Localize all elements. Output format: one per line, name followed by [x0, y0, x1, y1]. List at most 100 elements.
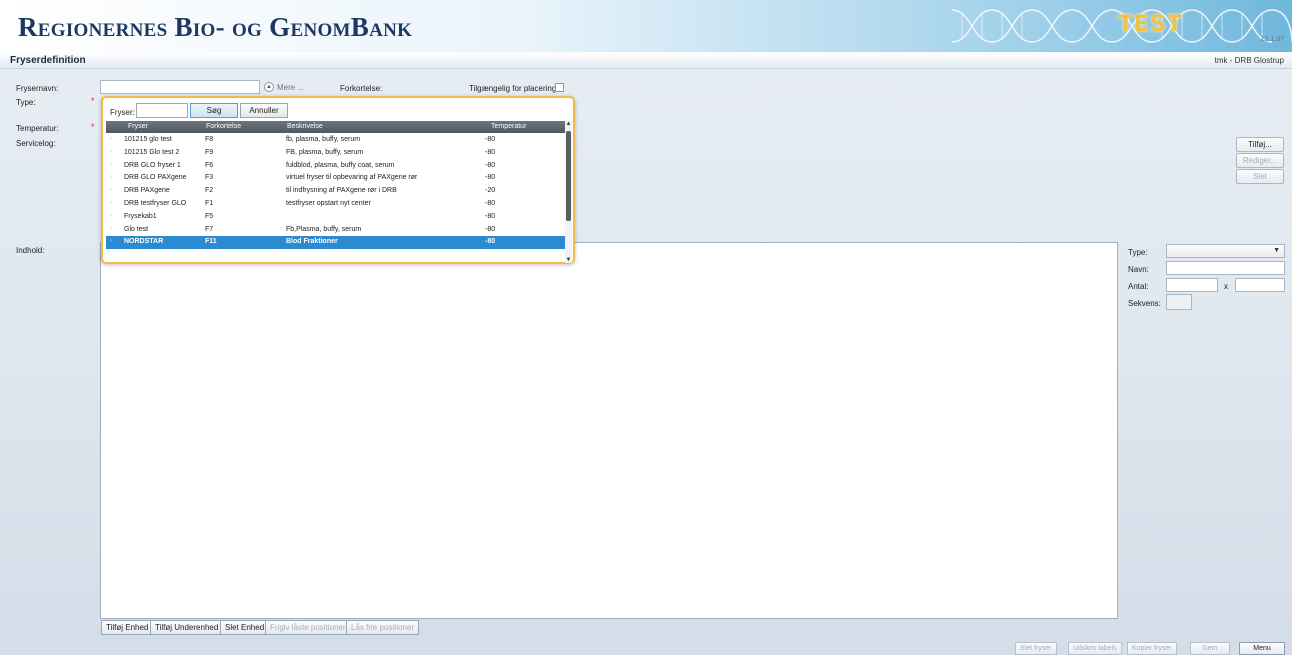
table-row[interactable]: › Glo test F7 Fb,Plasma, buffy, serum -80 [106, 224, 565, 237]
description-cell: testfryser opstart nyt center [286, 200, 371, 207]
freezer-name-cell: Glo test [124, 225, 149, 233]
table-row[interactable]: › Frysekab1 F5 -80 [106, 211, 565, 224]
abbreviation-cell: F6 [205, 161, 214, 169]
freezer-name-cell: 101215 glo test [124, 136, 172, 143]
unit-type-label: Type: [1128, 248, 1148, 257]
row-marker-icon: › [110, 225, 112, 232]
description-cell: Blod Fraktioner [286, 238, 338, 246]
table-row[interactable]: › DRB GLO PAXgene F3 virtuel fryser til opb… [106, 172, 565, 185]
version-label: 12.1.37 [1260, 36, 1284, 43]
unit-count-x-label: x [1224, 282, 1228, 291]
menu-button[interactable]: Menu [1239, 642, 1285, 655]
frysernavn-input[interactable] [100, 80, 260, 94]
freezer-content-area[interactable] [100, 242, 1118, 619]
abbreviation-cell: F3 [205, 174, 214, 182]
column-header-temperatur[interactable]: Temperatur [491, 123, 526, 130]
delete-unit-button[interactable]: Slet Enhed [220, 620, 270, 635]
servicelog-add-button[interactable]: Tilføj... [1236, 137, 1284, 152]
freezer-name-cell: DRB GLO PAXgene [124, 174, 187, 182]
copy-freezer-button[interactable]: Kopier fryser [1127, 642, 1177, 655]
description-cell: fuldblod, plasma, buffy coat, serum [286, 161, 395, 169]
tilgaengelig-label: Tilgængelig for placering: [469, 84, 559, 93]
unit-count-label: Antal: [1128, 282, 1149, 291]
temperature-cell: -80 [485, 212, 496, 220]
description-cell: FB, plasma, buffy, serum [286, 148, 364, 156]
description-cell: til indfrysning af PAXgene rør i DRB [286, 187, 397, 195]
page-header-bar: Fryserdefinition tmk - DRB Glostrup [0, 52, 1292, 69]
unit-type-select[interactable]: ▼ [1166, 244, 1285, 258]
app-banner: Regionernes Bio- og GenomBank TEST 12.1.… [0, 0, 1292, 52]
cancel-button[interactable]: Annuller [240, 103, 288, 118]
page-title: Fryserdefinition [10, 55, 86, 66]
more-button[interactable]: ▲ Mere ... [264, 82, 304, 92]
row-marker-icon: › [110, 136, 112, 142]
lock-positions-button[interactable]: Lås frie positioner [346, 620, 420, 635]
temperature-cell: -80 [485, 238, 496, 246]
abbreviation-cell: F5 [205, 212, 214, 220]
abbreviation-cell: F1 [205, 200, 214, 207]
freezer-name-cell: NORDSTAR [124, 238, 164, 246]
scroll-down-icon[interactable]: ▼ [565, 257, 572, 263]
temperature-cell: -20 [485, 187, 496, 195]
unit-count-rows-input[interactable] [1166, 278, 1218, 292]
row-marker-icon: › [110, 238, 112, 245]
add-unit-button[interactable]: Tilføj Enhed [101, 620, 154, 635]
abbreviation-cell: F7 [205, 225, 214, 233]
row-marker-icon: › [110, 187, 112, 194]
description-cell: fb, plasma, buffy, serum [286, 136, 361, 143]
search-button[interactable]: Søg [190, 103, 238, 118]
servicelog-delete-button[interactable]: Slet [1236, 169, 1284, 184]
description-cell: virtuel fryser til opbevaring af PAXgene… [286, 174, 418, 182]
abbreviation-cell: F8 [205, 136, 214, 143]
table-row[interactable]: › DRB PAXgene F2 til indfrysning af PAXgene… [106, 185, 565, 198]
grid-scrollbar[interactable]: ▲ ▼ [565, 121, 572, 263]
freezer-search-input[interactable] [136, 103, 188, 118]
temperature-cell: -80 [485, 200, 496, 207]
print-labels-button[interactable]: Udskriv labels [1068, 642, 1122, 655]
column-header-fryser[interactable]: Fryser [128, 123, 148, 130]
scroll-up-icon[interactable]: ▲ [565, 121, 572, 127]
column-header-forkortelse[interactable]: Forkortelse [206, 123, 241, 130]
add-subunit-button[interactable]: Tilføj Underenhed [150, 620, 224, 635]
table-row[interactable]: › DRB GLO fryser 1 F6 fuldblod, plasma, buf… [106, 160, 565, 173]
indhold-label: Indhold: [16, 246, 45, 255]
scroll-thumb[interactable] [566, 131, 571, 221]
temperature-cell: -80 [485, 148, 496, 156]
type-label: Type: [16, 98, 36, 107]
sequence-label: Sekvens: [1128, 299, 1161, 308]
table-row[interactable]: › 101215 Glo test 2 F9 FB, plasma, buffy, s… [106, 147, 565, 160]
unit-name-label: Navn: [1128, 265, 1149, 274]
release-positions-button[interactable]: Frigiv låste positioner [265, 620, 351, 635]
more-label: Mere ... [277, 82, 305, 92]
delete-freezer-button[interactable]: Slet fryser [1015, 642, 1057, 655]
column-header-beskrivelse[interactable]: Beskrivelse [287, 123, 323, 130]
description-cell: Fb,Plasma, buffy, serum [286, 225, 362, 233]
table-row[interactable]: › 101215 glo test F8 fb, plasma, buffy, ser… [106, 134, 565, 147]
servicelog-edit-button[interactable]: Rediger... [1236, 153, 1284, 168]
freezer-name-cell: DRB testfryser GLO [124, 200, 187, 207]
dropdown-arrow-icon: ▼ [1273, 247, 1280, 254]
abbreviation-cell: F11 [205, 238, 217, 246]
frysernavn-label: Frysernavn: [16, 84, 59, 93]
abbreviation-cell: F9 [205, 148, 214, 156]
freezer-name-cell: DRB GLO fryser 1 [124, 161, 181, 169]
table-row[interactable]: › NORDSTAR F11 Blod Fraktioner -80 [106, 236, 565, 250]
temperature-cell: -80 [485, 136, 496, 143]
freezer-picker-popup: Fryser: Søg Annuller Fryser Forkortelse … [101, 96, 575, 264]
sequence-input[interactable] [1166, 294, 1192, 310]
forkortelse-label: Forkortelse: [340, 84, 383, 93]
servicelog-label: Servicelog: [16, 139, 56, 148]
unit-name-input[interactable] [1166, 261, 1285, 275]
table-row[interactable]: › DRB testfryser GLO F1 testfryser opstart … [106, 198, 565, 211]
row-marker-icon: › [110, 200, 112, 206]
freezer-name-cell: DRB PAXgene [124, 187, 170, 195]
tilgaengelig-checkbox[interactable] [555, 83, 564, 92]
abbreviation-cell: F2 [205, 187, 214, 195]
save-button[interactable]: Gem [1190, 642, 1230, 655]
row-marker-icon: › [110, 174, 112, 181]
unit-count-cols-input[interactable] [1235, 278, 1285, 292]
temperatur-label: Temperatur: [16, 124, 59, 133]
required-marker: * [91, 122, 95, 132]
temperature-cell: -80 [485, 161, 496, 169]
row-marker-icon: › [110, 148, 112, 155]
